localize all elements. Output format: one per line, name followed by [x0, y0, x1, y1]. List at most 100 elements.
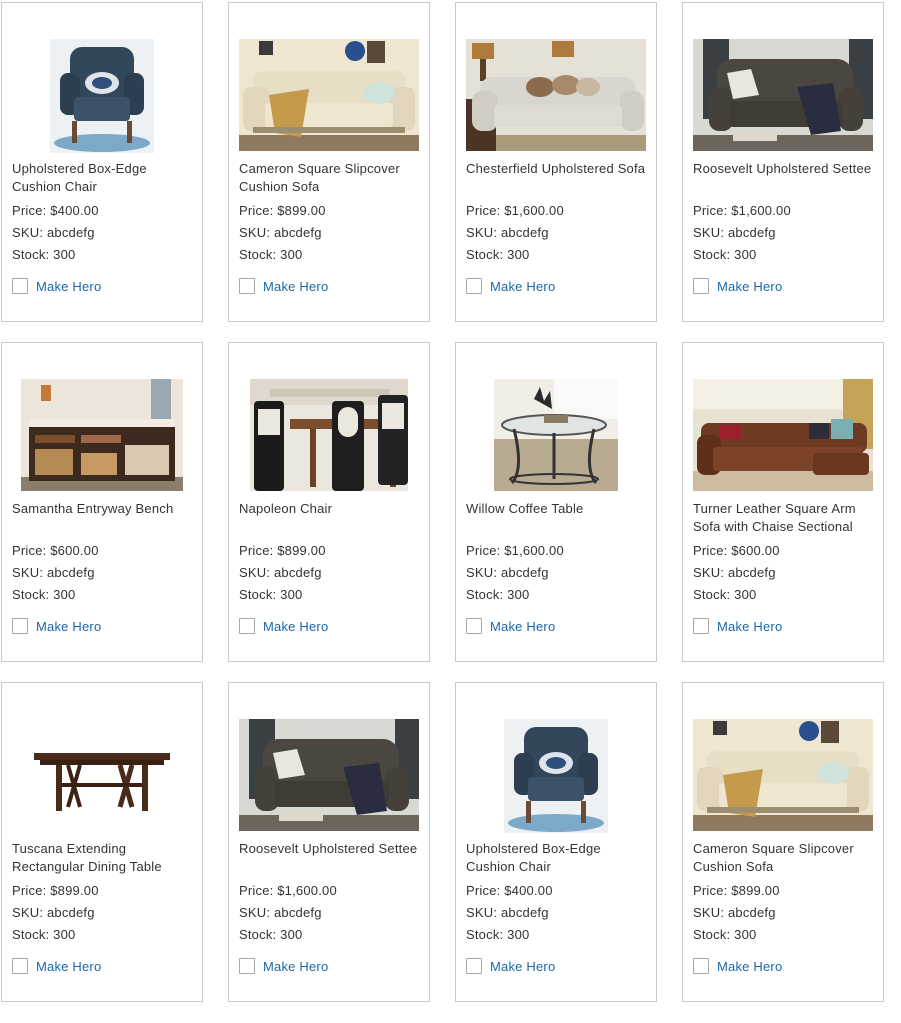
make-hero-checkbox[interactable]: [693, 618, 709, 634]
product-price: Price: $600.00: [12, 540, 196, 562]
make-hero-control[interactable]: Make Hero: [239, 617, 328, 635]
product-card: Cameron Square Slipcover Cushion Sofa Pri…: [228, 2, 430, 322]
product-card: Upholstered Box-Edge Cushion Chair Price:…: [1, 2, 203, 322]
make-hero-checkbox[interactable]: [466, 278, 482, 294]
product-info: Roosevelt Upholstered Settee Price: $1,60…: [693, 160, 877, 266]
make-hero-checkbox[interactable]: [239, 618, 255, 634]
sku-value: abcdefg: [727, 905, 776, 920]
make-hero-checkbox[interactable]: [466, 958, 482, 974]
make-hero-control[interactable]: Make Hero: [239, 957, 328, 975]
make-hero-link[interactable]: Make Hero: [36, 279, 101, 294]
price-value: $899.00: [277, 203, 326, 218]
product-sku: SKU: abcdefg: [693, 222, 877, 244]
make-hero-control[interactable]: Make Hero: [466, 957, 555, 975]
price-label: Price:: [239, 543, 278, 558]
stock-label: Stock:: [239, 247, 281, 262]
make-hero-link[interactable]: Make Hero: [490, 959, 555, 974]
product-stock: Stock: 300: [466, 924, 650, 946]
product-card: Roosevelt Upholstered Settee Price: $1,60…: [682, 2, 884, 322]
product-card: Cameron Square Slipcover Cushion Sofa Pri…: [682, 682, 884, 1002]
stock-value: 300: [507, 927, 530, 942]
make-hero-link[interactable]: Make Hero: [717, 279, 782, 294]
make-hero-link[interactable]: Make Hero: [717, 959, 782, 974]
sku-label: SKU:: [12, 905, 47, 920]
price-label: Price:: [693, 883, 732, 898]
stock-value: 300: [280, 927, 303, 942]
stock-label: Stock:: [466, 927, 508, 942]
make-hero-checkbox[interactable]: [12, 958, 28, 974]
stock-value: 300: [53, 587, 76, 602]
make-hero-checkbox[interactable]: [12, 278, 28, 294]
make-hero-link[interactable]: Make Hero: [263, 279, 328, 294]
stock-label: Stock:: [693, 247, 735, 262]
make-hero-checkbox[interactable]: [466, 618, 482, 634]
product-stock: Stock: 300: [239, 584, 423, 606]
product-price: Price: $1,600.00: [239, 880, 423, 902]
product-card: Tuscana Extending Rectangular Dining Tab…: [1, 682, 203, 1002]
make-hero-link[interactable]: Make Hero: [717, 619, 782, 634]
make-hero-control[interactable]: Make Hero: [693, 277, 782, 295]
make-hero-link[interactable]: Make Hero: [263, 619, 328, 634]
product-sku: SKU: abcdefg: [239, 902, 423, 924]
price-value: $899.00: [277, 543, 326, 558]
make-hero-link[interactable]: Make Hero: [490, 619, 555, 634]
product-price: Price: $1,600.00: [693, 200, 877, 222]
make-hero-control[interactable]: Make Hero: [466, 277, 555, 295]
make-hero-link[interactable]: Make Hero: [490, 279, 555, 294]
product-name: Napoleon Chair: [239, 501, 333, 516]
sku-value: abcdefg: [500, 225, 549, 240]
product-image: [456, 39, 656, 154]
product-image: [229, 719, 429, 834]
make-hero-control[interactable]: Make Hero: [693, 617, 782, 635]
sku-value: abcdefg: [727, 565, 776, 580]
sku-label: SKU:: [466, 565, 501, 580]
price-label: Price:: [12, 543, 51, 558]
make-hero-link[interactable]: Make Hero: [36, 619, 101, 634]
product-image: [229, 39, 429, 154]
product-name: Roosevelt Upholstered Settee: [239, 841, 418, 856]
make-hero-checkbox[interactable]: [239, 958, 255, 974]
make-hero-control[interactable]: Make Hero: [466, 617, 555, 635]
price-label: Price:: [693, 203, 732, 218]
product-name: Roosevelt Upholstered Settee: [693, 161, 872, 176]
product-card: Turner Leather Square Arm Sofa with Chai…: [682, 342, 884, 662]
product-stock: Stock: 300: [466, 244, 650, 266]
product-info: Chesterfield Upholstered Sofa Price: $1,6…: [466, 160, 650, 266]
product-image: [456, 719, 656, 834]
stock-value: 300: [507, 587, 530, 602]
product-sku: SKU: abcdefg: [12, 222, 196, 244]
stock-value: 300: [53, 247, 76, 262]
stock-label: Stock:: [693, 587, 735, 602]
sku-value: abcdefg: [46, 565, 95, 580]
make-hero-checkbox[interactable]: [12, 618, 28, 634]
make-hero-link[interactable]: Make Hero: [263, 959, 328, 974]
make-hero-control[interactable]: Make Hero: [12, 957, 101, 975]
sku-value: abcdefg: [500, 565, 549, 580]
make-hero-checkbox[interactable]: [239, 278, 255, 294]
stock-label: Stock:: [466, 247, 508, 262]
sku-label: SKU:: [12, 565, 47, 580]
product-stock: Stock: 300: [239, 244, 423, 266]
product-info: Turner Leather Square Arm Sofa with Chai…: [693, 500, 877, 606]
product-name: Upholstered Box-Edge Cushion Chair: [12, 161, 147, 194]
product-info: Tuscana Extending Rectangular Dining Tab…: [12, 840, 196, 946]
make-hero-control[interactable]: Make Hero: [693, 957, 782, 975]
make-hero-checkbox[interactable]: [693, 278, 709, 294]
product-price: Price: $899.00: [693, 880, 877, 902]
product-name: Upholstered Box-Edge Cushion Chair: [466, 841, 601, 874]
product-image: [2, 39, 202, 154]
product-info: Willow Coffee Table Price: $1,600.00 SKU: …: [466, 500, 650, 606]
product-sku: SKU: abcdefg: [239, 562, 423, 584]
make-hero-checkbox[interactable]: [693, 958, 709, 974]
stock-value: 300: [280, 587, 303, 602]
price-label: Price:: [693, 543, 732, 558]
make-hero-control[interactable]: Make Hero: [12, 277, 101, 295]
make-hero-control[interactable]: Make Hero: [12, 617, 101, 635]
stock-value: 300: [280, 247, 303, 262]
make-hero-link[interactable]: Make Hero: [36, 959, 101, 974]
product-stock: Stock: 300: [12, 924, 196, 946]
make-hero-control[interactable]: Make Hero: [239, 277, 328, 295]
product-info: Upholstered Box-Edge Cushion Chair Price:…: [466, 840, 650, 946]
product-image: [229, 379, 429, 494]
product-name: Willow Coffee Table: [466, 501, 584, 516]
